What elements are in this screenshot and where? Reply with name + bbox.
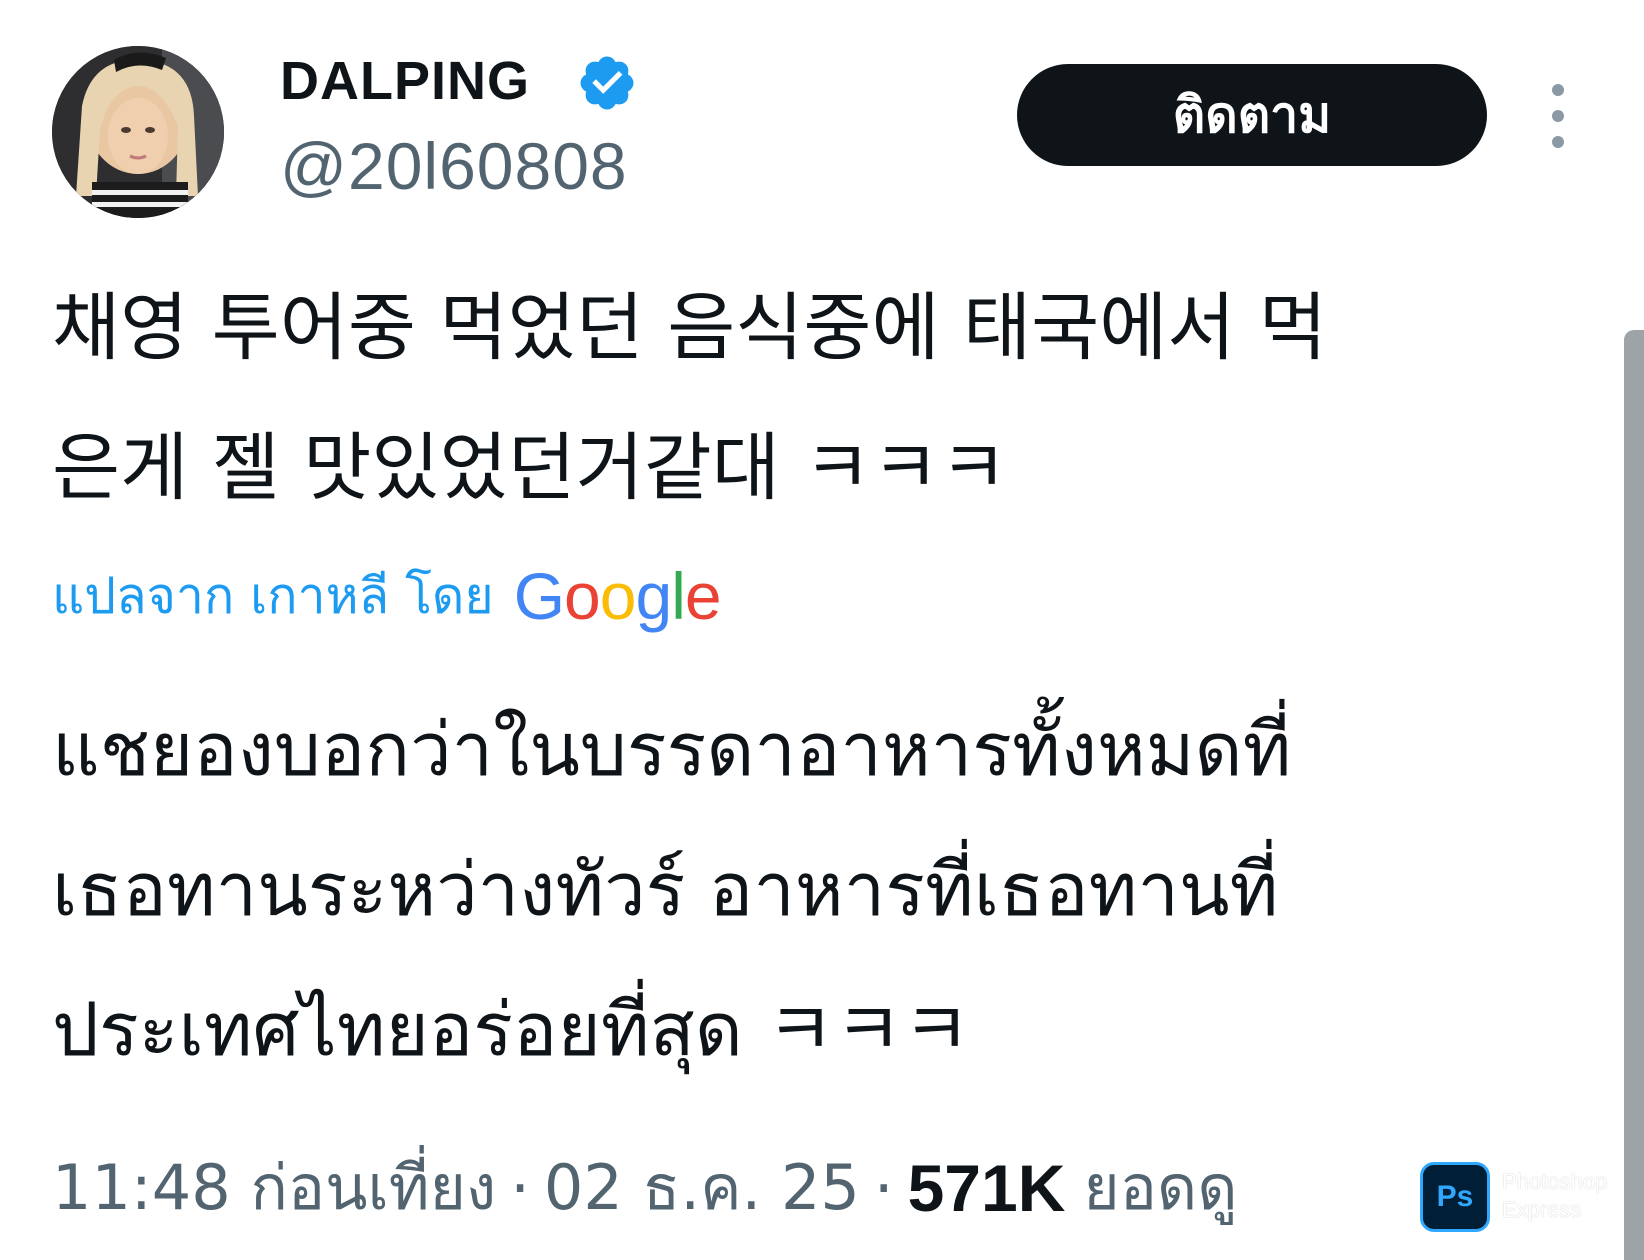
views-label: ยอดดู — [1083, 1151, 1238, 1224]
user-handle[interactable]: @20l60808 — [280, 128, 628, 204]
translated-text-line: แชยองบอกว่าในบรรดาอาหารทั้งหมดที่ — [52, 707, 1292, 793]
translated-text-line: ประเทศไทยอร่อยที่สุด ㅋㅋㅋ — [52, 987, 971, 1073]
more-options-button[interactable] — [1536, 84, 1580, 148]
tweet-text-line: 채영 투어중 먹었던 음식중에 태국에서 먹 — [52, 285, 1327, 371]
avatar[interactable] — [52, 46, 224, 218]
vertical-dots-icon — [1552, 84, 1564, 96]
meta-separator: · — [873, 1151, 894, 1225]
translation-label: แปลจาก เกาหลี โดย — [52, 566, 494, 625]
translated-text: แชยองบอกว่าในบรรดาอาหารทั้งหมดที่ เธอทาน… — [52, 680, 1572, 1100]
meta-separator: · — [510, 1151, 530, 1225]
photoshop-express-logo: Ps — [1420, 1162, 1490, 1232]
tweet-text-line: 은게 젤 맛있었던거같대 ㅋㅋㅋ — [52, 425, 1008, 511]
translated-text-line: เธอทานระหว่างทัวร์ อาหารที่เธอทานที่ — [52, 847, 1279, 933]
watermark-line: Express — [1502, 1197, 1582, 1222]
google-logo: Google — [513, 559, 722, 633]
tweet-text: 채영 투어중 먹었던 음식중에 태국에서 먹 은게 젤 맛있었던거같대 ㅋㅋㅋ — [52, 258, 1572, 538]
vertical-dots-icon-dot — [1552, 110, 1564, 122]
scrollbar[interactable] — [1624, 330, 1644, 1260]
watermark-line: Photoshop — [1502, 1169, 1608, 1194]
follow-button[interactable]: ติดตาม — [1017, 64, 1487, 166]
photoshop-express-watermark: Photoshop Express — [1502, 1168, 1632, 1224]
tweet-time[interactable]: 11:48 ก่อนเที่ยง — [52, 1139, 496, 1237]
views-count[interactable]: 571K — [908, 1150, 1066, 1226]
display-name[interactable]: DALPING — [280, 50, 530, 112]
profile-photo-icon — [52, 46, 224, 218]
tweet-meta: 11:48 ก่อนเที่ยง · 02 ธ.ค. 25 · 571K ยอด… — [52, 1140, 1237, 1236]
tweet-date[interactable]: 02 ธ.ค. 25 — [544, 1139, 860, 1237]
translation-attribution[interactable]: แปลจาก เกาหลี โดย Google — [52, 556, 722, 636]
vertical-dots-icon-dot — [1552, 136, 1564, 148]
verified-badge-icon — [580, 56, 634, 110]
